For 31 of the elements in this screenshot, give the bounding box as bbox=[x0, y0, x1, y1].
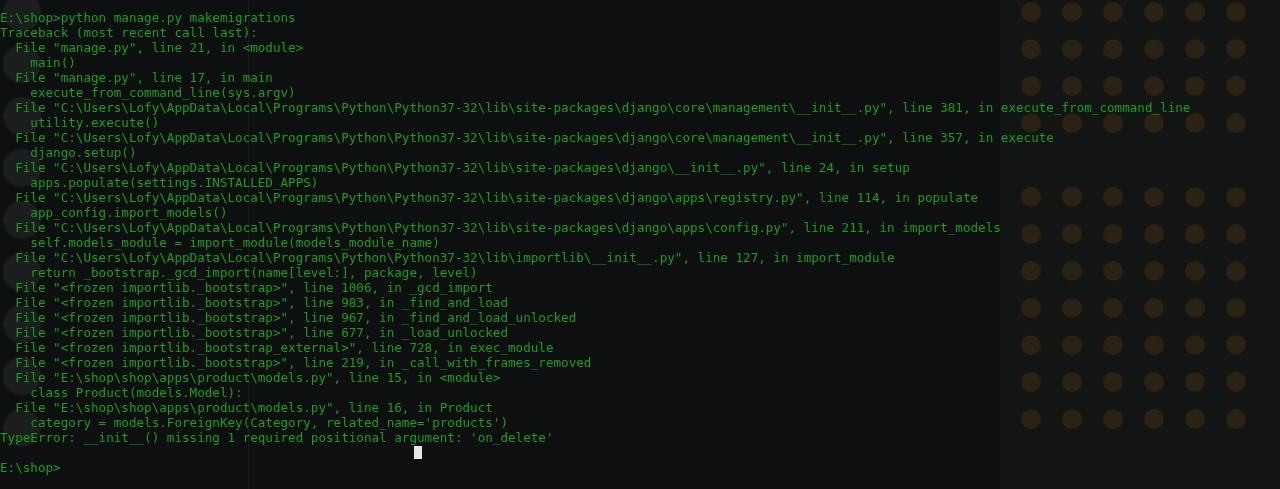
terminal-line: E:\shop>python manage.py makemigrations bbox=[0, 10, 296, 25]
terminal-line: File "<frozen importlib._bootstrap>", line 983, in _find_and_load bbox=[14, 295, 508, 310]
terminal-line: File "C:\Users\Lofy\AppData\Local\Programs\Python\Python37-32\lib\site-packages\django\apps\registry.py", line 114, in populate bbox=[14, 190, 979, 205]
terminal-line: app_config.import_models() bbox=[29, 205, 228, 220]
terminal-line: File "<frozen importlib._bootstrap>", line 219, in _call_with_frames_removed bbox=[14, 355, 592, 370]
text-cursor bbox=[414, 446, 422, 459]
terminal-line: File "C:\Users\Lofy\AppData\Local\Programs\Python\Python37-32\lib\site-packages\django\core\management\__init__.py", line 381, in execute_from_command_line bbox=[14, 100, 1191, 115]
terminal-line: File "<frozen importlib._bootstrap>", line 967, in _find_and_load_unlocked bbox=[14, 310, 577, 325]
terminal-line: File "C:\Users\Lofy\AppData\Local\Programs\Python\Python37-32\lib\site-packages\django\apps\config.py", line 211, in import_models bbox=[14, 220, 1001, 235]
terminal-line: django.setup() bbox=[29, 145, 137, 160]
terminal-line: utility.execute() bbox=[29, 115, 160, 130]
terminal-line: main() bbox=[29, 55, 76, 70]
terminal-line: TypeError: __init__() missing 1 required positional argument: 'on_delete' bbox=[0, 430, 554, 445]
terminal-line: return _bootstrap._gcd_import(name[level:], package, level) bbox=[29, 265, 478, 280]
terminal-line: File "<frozen importlib._bootstrap>", line 677, in _load_unlocked bbox=[14, 325, 508, 340]
terminal-line: File "C:\Users\Lofy\AppData\Local\Programs\Python\Python37-32\lib\importlib\__init__.py", line 127, in import_module bbox=[14, 250, 895, 265]
terminal-line: category = models.ForeignKey(Category, related_name='products') bbox=[29, 415, 508, 430]
terminal-line: self.models_module = import_module(models_module_name) bbox=[29, 235, 440, 250]
terminal-line: File "manage.py", line 21, in <module> bbox=[14, 40, 304, 55]
terminal-line: Traceback (most recent call last): bbox=[0, 25, 258, 40]
terminal-line: class Product(models.Model): bbox=[29, 385, 243, 400]
terminal-line: apps.populate(settings.INSTALLED_APPS) bbox=[29, 175, 319, 190]
command-prompt: E:\shop> bbox=[0, 460, 61, 475]
terminal-line: File "<frozen importlib._bootstrap_external>", line 728, in exec_module bbox=[14, 340, 554, 355]
terminal-line: File "E:\shop\shop\apps\product\models.py", line 16, in Product bbox=[14, 400, 493, 415]
terminal-line: File "C:\Users\Lofy\AppData\Local\Programs\Python\Python37-32\lib\site-packages\django\core\management\__init__.py", line 357, in execute bbox=[14, 130, 1054, 145]
terminal-line: File "E:\shop\shop\apps\product\models.py", line 15, in <module> bbox=[14, 370, 501, 385]
terminal-line: File "<frozen importlib._bootstrap>", line 1006, in _gcd_import bbox=[14, 280, 493, 295]
terminal-line: File "C:\Users\Lofy\AppData\Local\Programs\Python\Python37-32\lib\site-packages\django\__init__.py", line 24, in setup bbox=[14, 160, 910, 175]
terminal-line: execute_from_command_line(sys.argv) bbox=[29, 85, 296, 100]
terminal-line: File "manage.py", line 17, in main bbox=[14, 70, 273, 85]
